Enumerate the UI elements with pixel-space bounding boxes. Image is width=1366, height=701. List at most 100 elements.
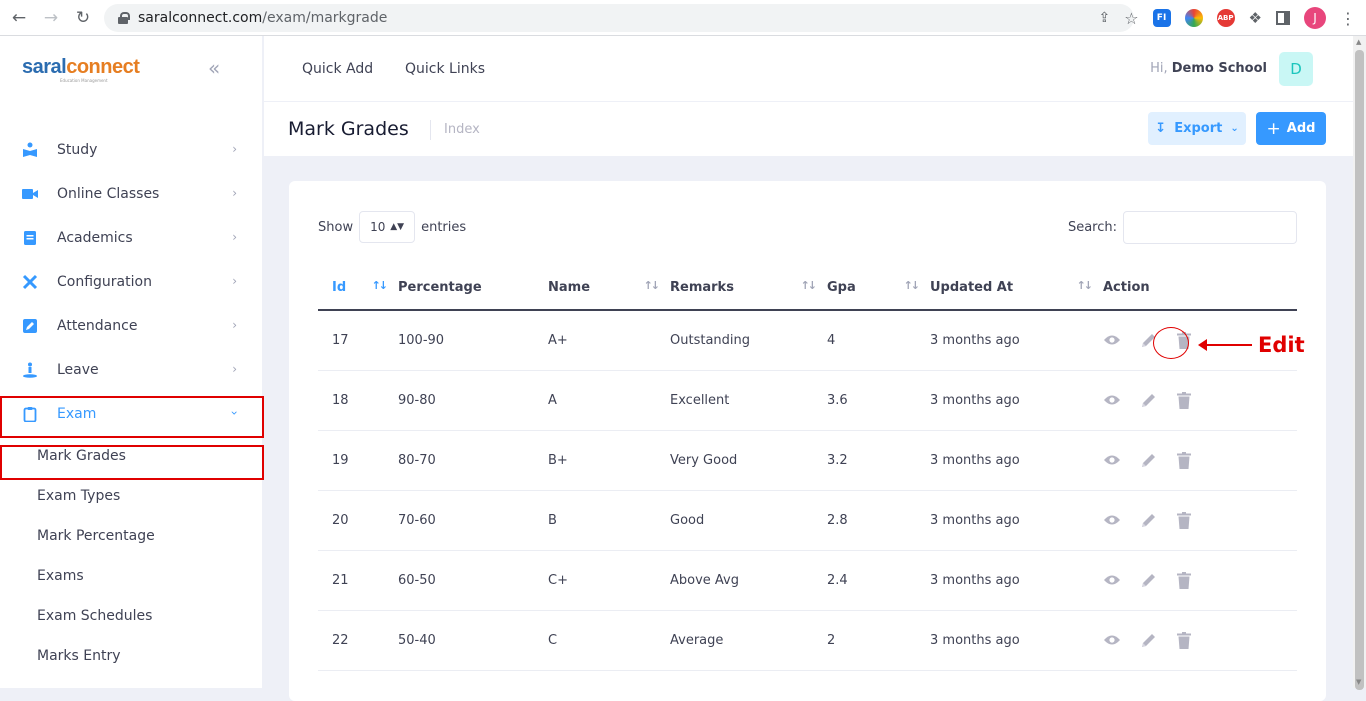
cell-id: 18: [318, 370, 398, 431]
notebook-icon: [22, 230, 38, 246]
view-eye-icon[interactable]: [1103, 331, 1121, 349]
cell-updated: 3 months ago: [930, 490, 1103, 551]
chrome-menu-icon[interactable]: ⋮: [1340, 9, 1356, 28]
highlight-mark-grades: [0, 445, 264, 480]
view-eye-icon[interactable]: [1103, 631, 1121, 649]
cell-gpa: 4: [827, 310, 930, 371]
table-row: 18 90-80 A Excellent 3.6 3 months ago: [318, 370, 1297, 431]
extension-fi-icon[interactable]: FI: [1152, 9, 1171, 27]
cell-id: 20: [318, 490, 398, 551]
profile-avatar[interactable]: J: [1304, 7, 1326, 29]
cell-remarks: Average: [670, 610, 827, 671]
column-header-remarks[interactable]: Remarks ↑↓: [670, 265, 827, 311]
share-icon[interactable]: ⇪: [1098, 10, 1110, 26]
cell-remarks: Outstanding: [670, 310, 827, 371]
edit-pencil-icon[interactable]: [1139, 391, 1157, 409]
sidebar-item-attendance[interactable]: Attendance ›: [0, 304, 263, 348]
cell-name: B: [548, 490, 670, 551]
extension-color-icon[interactable]: [1184, 9, 1203, 27]
view-eye-icon[interactable]: [1103, 391, 1121, 409]
puzzle-icon[interactable]: ❖: [1249, 9, 1262, 27]
cell-gpa: 2.4: [827, 550, 930, 611]
cell-updated: 3 months ago: [930, 370, 1103, 431]
sidebar-item-label: Online Classes: [57, 186, 160, 202]
cell-id: 22: [318, 610, 398, 671]
page-scrollbar[interactable]: ▲ ▼: [1353, 36, 1366, 690]
cell-id: 19: [318, 430, 398, 491]
delete-trash-icon[interactable]: [1175, 391, 1193, 409]
cell-name: A: [548, 370, 670, 431]
view-eye-icon[interactable]: [1103, 511, 1121, 529]
delete-trash-icon[interactable]: [1175, 571, 1193, 589]
sidebar-item-label: Academics: [57, 230, 133, 246]
chevron-right-icon: ›: [232, 362, 237, 376]
delete-trash-icon[interactable]: [1175, 451, 1193, 469]
top-header: Quick Add Quick Links Hi, Demo School D: [264, 36, 1353, 102]
sidebar-subitem-exam-schedules[interactable]: Exam Schedules: [0, 596, 263, 636]
search-input[interactable]: [1123, 211, 1297, 244]
column-header-id[interactable]: Id ↑↓: [318, 265, 398, 311]
user-avatar[interactable]: D: [1279, 52, 1313, 86]
delete-trash-icon[interactable]: [1175, 511, 1193, 529]
back-arrow-icon[interactable]: ←: [5, 4, 33, 32]
cell-name: C+: [548, 550, 670, 611]
sidebar-item-configuration[interactable]: Configuration ›: [0, 260, 263, 304]
table-row: 17 100-90 A+ Outstanding 4 3 months ago: [318, 310, 1297, 371]
edit-pencil-icon[interactable]: [1139, 451, 1157, 469]
forward-arrow-icon[interactable]: →: [37, 4, 65, 32]
cell-percentage: 60-50: [398, 550, 548, 611]
quick-links-link[interactable]: Quick Links: [405, 61, 485, 77]
column-header-name[interactable]: Name ↑↓: [548, 265, 670, 311]
delete-trash-icon[interactable]: [1175, 631, 1193, 649]
arrow-left-icon: [1198, 339, 1252, 351]
cell-updated: 3 months ago: [930, 550, 1103, 611]
cell-remarks: Above Avg: [670, 550, 827, 611]
sidebar-item-study[interactable]: Study ›: [0, 128, 263, 172]
brand-logo[interactable]: saralconnect: [22, 56, 140, 79]
star-icon[interactable]: ☆: [1124, 9, 1138, 28]
cell-percentage: 80-70: [398, 430, 548, 491]
sidebar-subitem-exam-types[interactable]: Exam Types: [0, 476, 263, 516]
sort-icon: ↑↓: [643, 279, 661, 292]
sidebar-item-label: Leave: [57, 362, 99, 378]
column-header-percentage[interactable]: Percentage: [398, 265, 548, 311]
collapse-sidebar-icon[interactable]: «: [208, 56, 220, 80]
cell-remarks: Very Good: [670, 430, 827, 491]
chevron-right-icon: ›: [232, 142, 237, 156]
table-row: 20 70-60 B Good 2.8 3 months ago: [318, 490, 1297, 551]
column-header-updated-at[interactable]: Updated At ↑↓: [930, 265, 1103, 311]
side-panel-icon[interactable]: [1276, 11, 1290, 25]
highlight-exam-menu: [0, 396, 264, 438]
adblock-icon[interactable]: ABP: [1216, 9, 1235, 27]
scrollbar-thumb[interactable]: [1355, 50, 1364, 690]
sidebar-item-online-classes[interactable]: Online Classes ›: [0, 172, 263, 216]
scroll-down-icon[interactable]: ▼: [1356, 678, 1361, 686]
entries-select[interactable]: 10 ▲▼: [359, 211, 416, 243]
cell-name: A+: [548, 310, 670, 371]
mark-grades-table: Id ↑↓ Percentage Name ↑↓ Remarks ↑↓ Gpa ↑↓ U…: [318, 265, 1297, 671]
scroll-up-icon[interactable]: ▲: [1356, 38, 1361, 46]
edit-pencil-icon[interactable]: [1139, 631, 1157, 649]
edit-pencil-icon[interactable]: [1139, 571, 1157, 589]
cell-gpa: 2: [827, 610, 930, 671]
user-greeting[interactable]: Hi, Demo School: [1150, 61, 1267, 76]
reload-icon[interactable]: ↻: [69, 4, 97, 32]
quick-add-link[interactable]: Quick Add: [302, 61, 373, 77]
view-eye-icon[interactable]: [1103, 451, 1121, 469]
column-header-action: Action: [1103, 265, 1297, 311]
cell-percentage: 90-80: [398, 370, 548, 431]
view-eye-icon[interactable]: [1103, 571, 1121, 589]
edit-highlight-circle: [1153, 327, 1189, 359]
column-header-gpa[interactable]: Gpa ↑↓: [827, 265, 930, 311]
sidebar-item-academics[interactable]: Academics ›: [0, 216, 263, 260]
sidebar-subitem-exams[interactable]: Exams: [0, 556, 263, 596]
sidebar-item-leave[interactable]: Leave ›: [0, 348, 263, 392]
sidebar-subitem-marks-entry[interactable]: Marks Entry: [0, 636, 263, 676]
cell-name: C: [548, 610, 670, 671]
address-bar[interactable]: saralconnect.com/exam/markgrade: [104, 4, 1134, 32]
add-button[interactable]: + Add: [1256, 112, 1326, 145]
export-button[interactable]: ↧ Export ⌄: [1148, 112, 1246, 145]
sidebar-subitem-mark-percentage[interactable]: Mark Percentage: [0, 516, 263, 556]
edit-pencil-icon[interactable]: [1139, 511, 1157, 529]
search-label: Search:: [1067, 220, 1117, 235]
